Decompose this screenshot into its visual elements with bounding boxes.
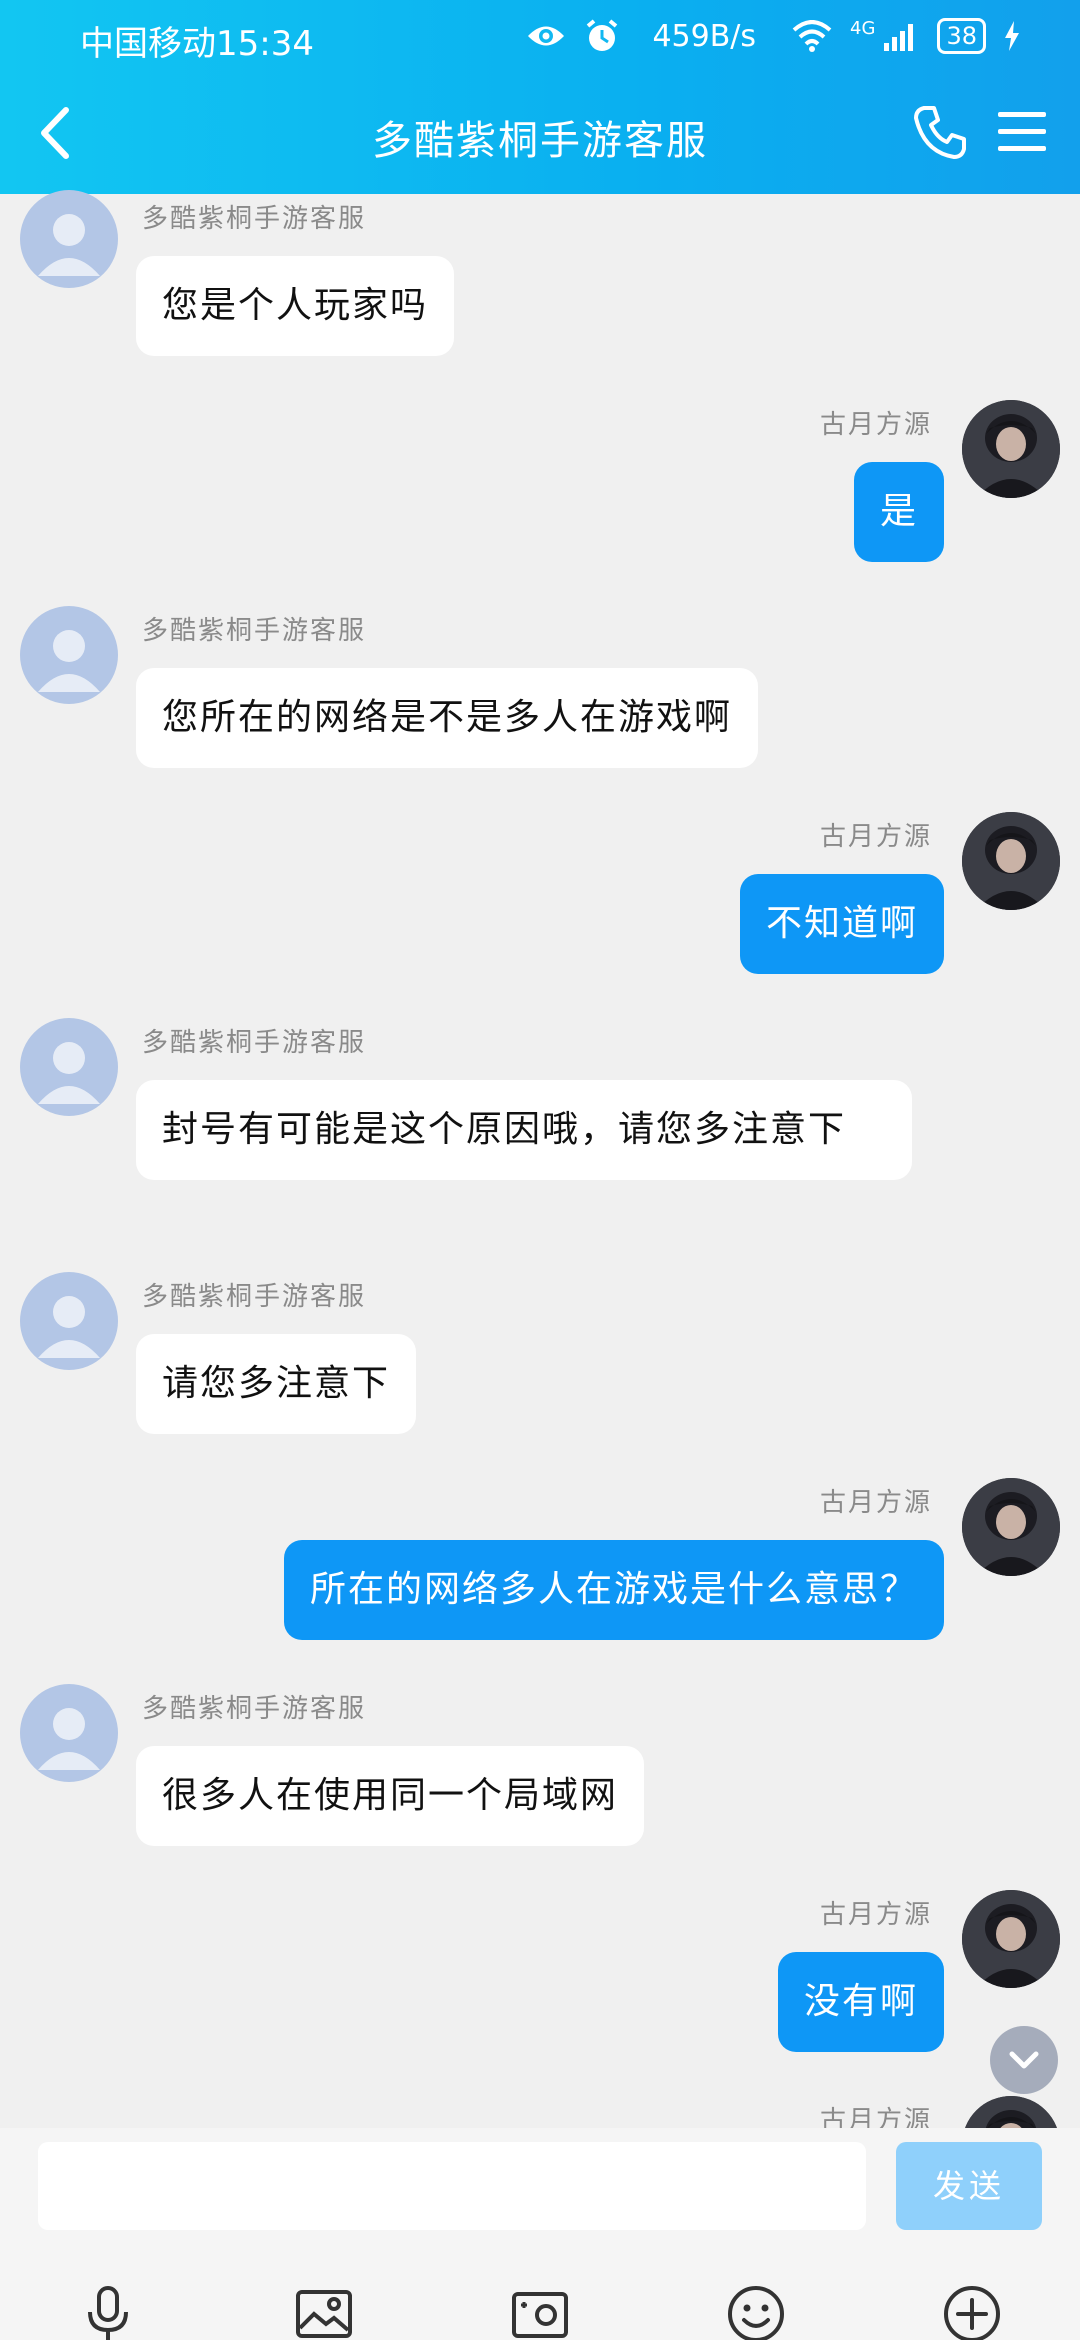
message-bubble[interactable]: 没有啊 bbox=[777, 1952, 944, 2052]
camera-icon[interactable] bbox=[510, 2284, 570, 2340]
service-avatar[interactable] bbox=[20, 606, 118, 704]
scroll-to-bottom-button[interactable] bbox=[990, 2026, 1058, 2094]
input-bar: 发送 bbox=[0, 2128, 1080, 2340]
user-photo-icon bbox=[962, 812, 1060, 910]
service-avatar[interactable] bbox=[20, 1272, 118, 1370]
status-icons: 459B/s 4G 38 bbox=[526, 14, 1020, 58]
sender-name: 多酷紫桐手游客服 bbox=[142, 1282, 367, 1312]
chevron-down-icon bbox=[1009, 2051, 1039, 2069]
message-bubble[interactable]: 您所在的网络是不是多人在游戏啊 bbox=[136, 668, 759, 768]
message-bubble[interactable]: 封号有可能是这个原因哦，请您多注意下 bbox=[136, 1080, 912, 1180]
service-avatar[interactable] bbox=[20, 1018, 118, 1116]
service-avatar[interactable] bbox=[20, 1684, 118, 1782]
sender-name: 古月方源 bbox=[819, 410, 932, 440]
net-speed: 459B/s bbox=[652, 18, 757, 54]
default-user-icon bbox=[38, 1708, 100, 1770]
default-user-icon bbox=[38, 630, 100, 692]
carrier-time: 中国移动15:34 bbox=[80, 24, 314, 64]
eye-icon bbox=[528, 26, 565, 46]
sender-name: 古月方源 bbox=[819, 822, 932, 852]
user-photo-icon bbox=[962, 1890, 1060, 1988]
message-bubble[interactable]: 是 bbox=[853, 462, 944, 562]
title-bar: 多酷紫桐手游客服 bbox=[0, 72, 1080, 194]
default-user-icon bbox=[38, 1296, 100, 1358]
default-user-icon bbox=[38, 214, 100, 276]
battery-indicator: 38 bbox=[937, 18, 986, 54]
alarm-icon bbox=[587, 19, 618, 51]
user-avatar[interactable] bbox=[962, 400, 1060, 498]
user-photo-icon bbox=[962, 400, 1060, 498]
sender-name: 多酷紫桐手游客服 bbox=[142, 616, 367, 646]
user-avatar[interactable] bbox=[962, 1478, 1060, 1576]
emoji-icon[interactable] bbox=[726, 2284, 786, 2340]
user-avatar[interactable] bbox=[962, 812, 1060, 910]
plus-icon[interactable] bbox=[942, 2284, 1002, 2340]
message-bubble[interactable]: 不知道啊 bbox=[739, 874, 944, 974]
message-input[interactable] bbox=[38, 2142, 866, 2230]
phone-icon[interactable] bbox=[910, 102, 970, 162]
default-user-icon bbox=[38, 1042, 100, 1104]
sender-name: 多酷紫桐手游客服 bbox=[142, 1694, 367, 1724]
message-bubble[interactable]: 请您多注意下 bbox=[136, 1334, 417, 1434]
chat-app: 中国移动15:34 459B/s 4G 38 多酷紫桐手游客服 多酷紫桐手游客服… bbox=[0, 0, 1080, 2340]
message-bubble[interactable]: 所在的网络多人在游戏是什么意思？ bbox=[283, 1540, 944, 1640]
charging-icon bbox=[1005, 21, 1019, 51]
wifi-icon bbox=[792, 20, 832, 52]
network-type: 4G bbox=[850, 17, 876, 39]
sender-name: 多酷紫桐手游客服 bbox=[142, 1028, 367, 1058]
microphone-icon[interactable] bbox=[78, 2284, 138, 2340]
signal-icon bbox=[884, 24, 914, 51]
header: 中国移动15:34 459B/s 4G 38 多酷紫桐手游客服 bbox=[0, 0, 1080, 194]
status-bar: 中国移动15:34 459B/s 4G 38 bbox=[0, 0, 1080, 72]
user-photo-icon bbox=[962, 1478, 1060, 1576]
message-bubble[interactable]: 您是个人玩家吗 bbox=[136, 256, 455, 356]
user-avatar[interactable] bbox=[962, 1890, 1060, 1988]
send-button[interactable]: 发送 bbox=[896, 2142, 1042, 2230]
sender-name: 古月方源 bbox=[819, 1900, 932, 1930]
sender-name: 古月方源 bbox=[819, 1488, 932, 1518]
menu-icon[interactable] bbox=[994, 106, 1050, 158]
sender-name: 多酷紫桐手游客服 bbox=[142, 204, 367, 234]
chat-area[interactable]: 多酷紫桐手游客服 您是个人玩家吗 古月方源 是 多酷紫桐手游客服 您所在的网络是… bbox=[0, 190, 1080, 2194]
image-icon[interactable] bbox=[294, 2284, 354, 2340]
message-bubble[interactable]: 很多人在使用同一个局域网 bbox=[136, 1746, 645, 1846]
service-avatar[interactable] bbox=[20, 190, 118, 288]
